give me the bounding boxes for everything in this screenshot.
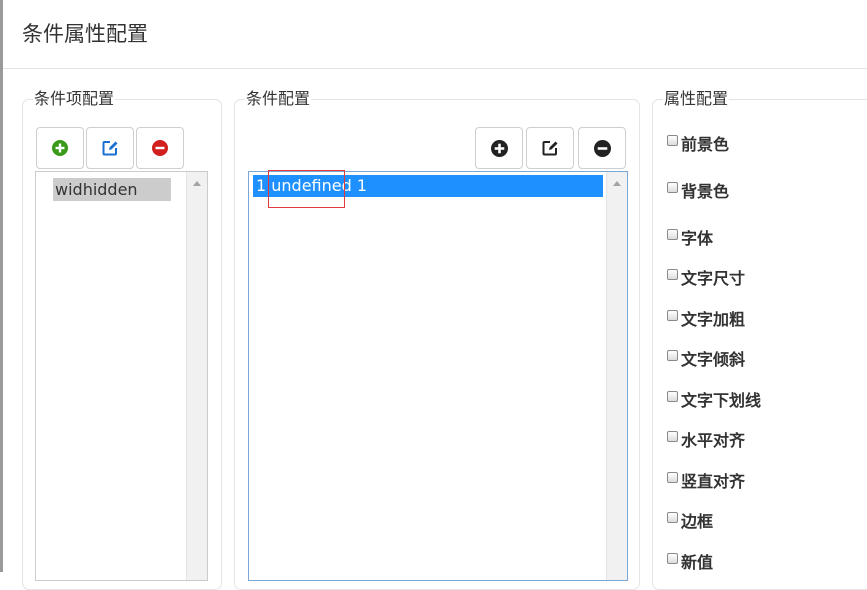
dialog-title: 条件属性配置	[22, 22, 148, 46]
attr-label: 背景色	[681, 182, 730, 201]
checkbox[interactable]	[667, 309, 678, 321]
remove-item-button[interactable]	[136, 127, 184, 169]
attr-label: 竖直对齐	[681, 472, 746, 491]
vertical-scrollbar[interactable]	[606, 172, 627, 580]
checkbox[interactable]	[667, 268, 678, 280]
checkbox[interactable]	[667, 511, 678, 523]
remove-condition-button[interactable]	[578, 127, 626, 169]
checkbox[interactable]	[667, 134, 678, 146]
list-item[interactable]: widhidden	[53, 178, 171, 201]
edit-item-button[interactable]	[86, 127, 134, 169]
attr-label: 文字加粗	[681, 310, 746, 329]
attr-underline[interactable]: 文字下划线	[667, 387, 761, 411]
checkbox[interactable]	[667, 390, 678, 402]
attr-label: 新值	[681, 553, 714, 572]
condition-list[interactable]: 1 undefined 1	[248, 171, 628, 581]
add-item-button[interactable]	[36, 127, 84, 169]
minus-circle-icon	[152, 140, 168, 156]
checkbox[interactable]	[667, 228, 678, 240]
plus-circle-icon	[490, 139, 508, 157]
attr-foreground-color[interactable]: 前景色	[667, 131, 729, 155]
condition-panel-legend: 条件配置	[246, 89, 311, 108]
attr-italic[interactable]: 文字倾斜	[667, 346, 745, 370]
attr-label: 边框	[681, 512, 714, 531]
attr-font[interactable]: 字体	[667, 225, 713, 249]
plus-circle-icon	[52, 140, 68, 156]
checkbox[interactable]	[667, 349, 678, 361]
vertical-scrollbar[interactable]	[186, 172, 207, 580]
checkbox[interactable]	[667, 430, 678, 442]
scroll-up-arrow-icon[interactable]	[613, 181, 621, 186]
attr-new-value[interactable]: 新值	[667, 549, 713, 573]
attr-horizontal-align[interactable]: 水平对齐	[667, 427, 745, 451]
checkbox[interactable]	[667, 471, 678, 483]
edit-square-icon	[102, 141, 118, 156]
attr-label: 前景色	[681, 135, 730, 154]
minus-circle-icon	[593, 139, 611, 157]
attr-font-size[interactable]: 文字尺寸	[667, 265, 745, 289]
condition-row-selected[interactable]: 1 undefined 1	[253, 175, 603, 197]
condition-item-list[interactable]: widhidden	[35, 171, 208, 581]
attr-label: 文字下划线	[681, 391, 762, 410]
attr-bold[interactable]: 文字加粗	[667, 306, 745, 330]
attr-label: 文字尺寸	[681, 269, 746, 288]
edit-condition-button[interactable]	[526, 127, 574, 169]
attr-vertical-align[interactable]: 竖直对齐	[667, 468, 745, 492]
dialog-header: 条件属性配置	[3, 0, 867, 69]
edit-square-icon	[542, 141, 558, 156]
attr-background-color[interactable]: 背景色	[667, 178, 729, 202]
checkbox[interactable]	[667, 552, 678, 564]
condition-item-panel-legend: 条件项配置	[34, 89, 115, 108]
attribute-panel-legend: 属性配置	[664, 89, 729, 108]
attr-label: 水平对齐	[681, 431, 746, 450]
checkbox[interactable]	[667, 181, 678, 193]
scroll-up-arrow-icon[interactable]	[193, 181, 201, 186]
attr-label: 文字倾斜	[681, 350, 746, 369]
window-left-edge	[0, 0, 3, 572]
add-condition-button[interactable]	[475, 127, 523, 169]
attr-border[interactable]: 边框	[667, 508, 713, 532]
attr-label: 字体	[681, 229, 714, 248]
